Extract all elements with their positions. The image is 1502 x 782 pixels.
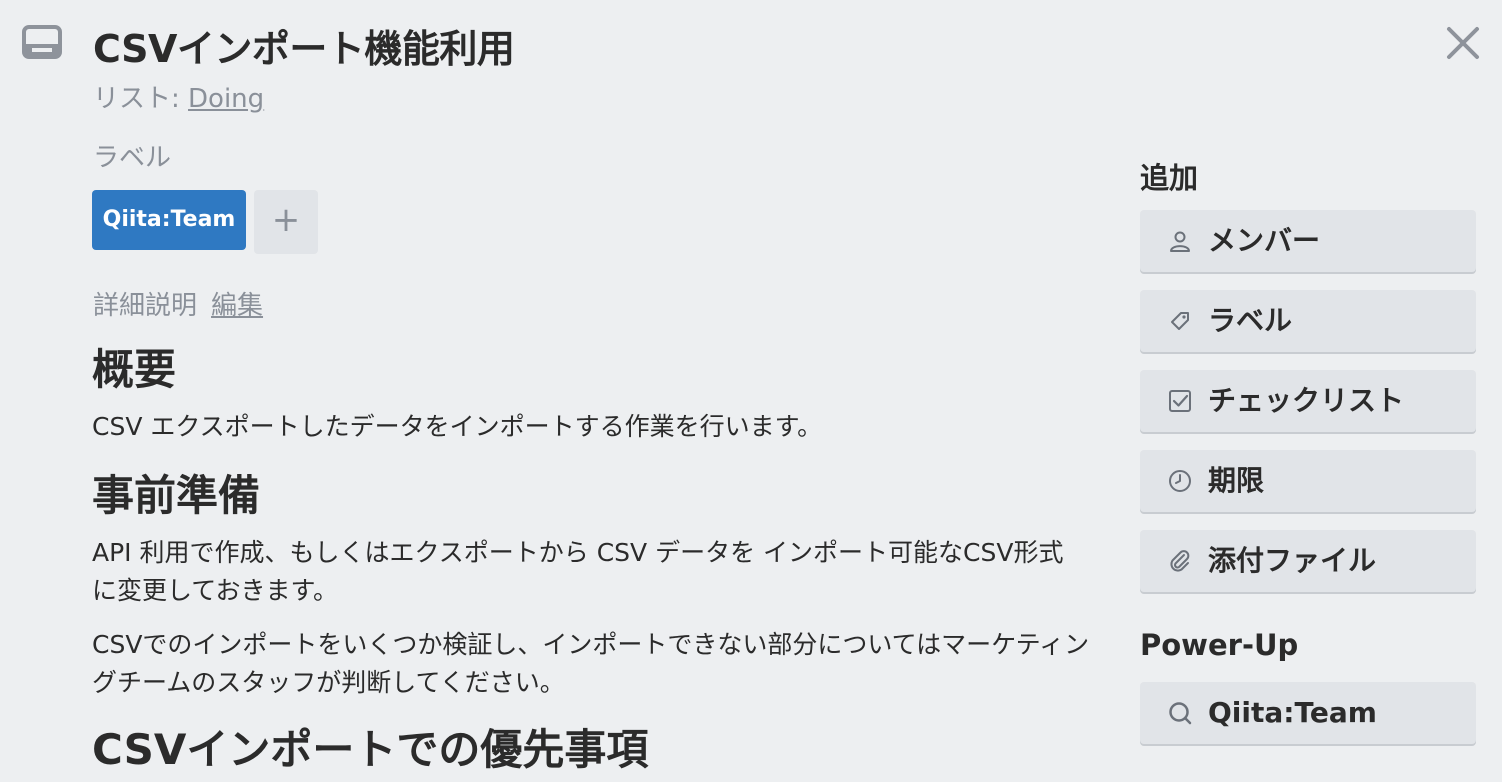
list-info: リスト: Doing <box>93 78 264 115</box>
powerup-heading: Power-Up <box>1140 628 1299 662</box>
add-checklist-label: チェックリスト <box>1208 384 1405 417</box>
edit-description-link[interactable]: 編集 <box>211 291 263 321</box>
powerup-qiita-team-button[interactable]: Qiita:Team <box>1140 682 1476 744</box>
add-checklist-button[interactable]: チェックリスト <box>1140 370 1476 432</box>
person-icon <box>1170 231 1190 252</box>
card-icon <box>22 25 62 59</box>
description-p-prep-2: CSVでのインポートをいくつか検証し、インポートできない部分についてはマーケティ… <box>92 630 1090 697</box>
search-icon <box>1169 702 1192 725</box>
checkbox-icon <box>1169 390 1191 412</box>
add-due-date-label: 期限 <box>1208 464 1265 497</box>
tag-icon <box>1171 312 1189 330</box>
add-attachment-button[interactable]: 添付ファイル <box>1140 530 1476 592</box>
description-h1-priority: CSVインポートでの優先事項 <box>92 725 649 774</box>
description-h1-prep: 事前準備 <box>92 471 261 520</box>
add-attachment-label: 添付ファイル <box>1208 544 1377 577</box>
description-p-overview: CSV エクスポートしたデータをインポートする作業を行います。 <box>92 412 823 441</box>
add-heading: 追加 <box>1140 161 1199 195</box>
add-members-button[interactable]: メンバー <box>1140 210 1476 272</box>
label-chip-qiita-team[interactable]: Qiita:Team <box>92 190 246 250</box>
clock-icon <box>1169 470 1191 492</box>
description-p-prep-1: API 利用で作成、もしくはエクスポートから CSV データを インポート可能な… <box>92 538 1064 605</box>
card-title[interactable]: CSVインポート機能利用 <box>93 18 515 73</box>
paperclip-icon <box>1170 550 1190 572</box>
powerup-qiita-team-label: Qiita:Team <box>1208 696 1377 729</box>
list-prefix: リスト: <box>93 84 189 114</box>
add-label-button[interactable]: + <box>254 190 318 254</box>
labels-heading: ラベル <box>93 143 172 173</box>
close-icon[interactable] <box>1444 24 1482 62</box>
add-label-sidebar-button[interactable]: ラベル <box>1140 290 1476 352</box>
add-label-sidebar-label: ラベル <box>1208 304 1293 337</box>
add-members-label: メンバー <box>1208 224 1321 257</box>
add-due-date-button[interactable]: 期限 <box>1140 450 1476 512</box>
list-link[interactable]: Doing <box>188 84 264 114</box>
description-h1-overview: 概要 <box>92 345 177 394</box>
description-label: 詳細説明 <box>93 291 198 321</box>
description-heading: 詳細説明 編集 <box>93 285 263 322</box>
